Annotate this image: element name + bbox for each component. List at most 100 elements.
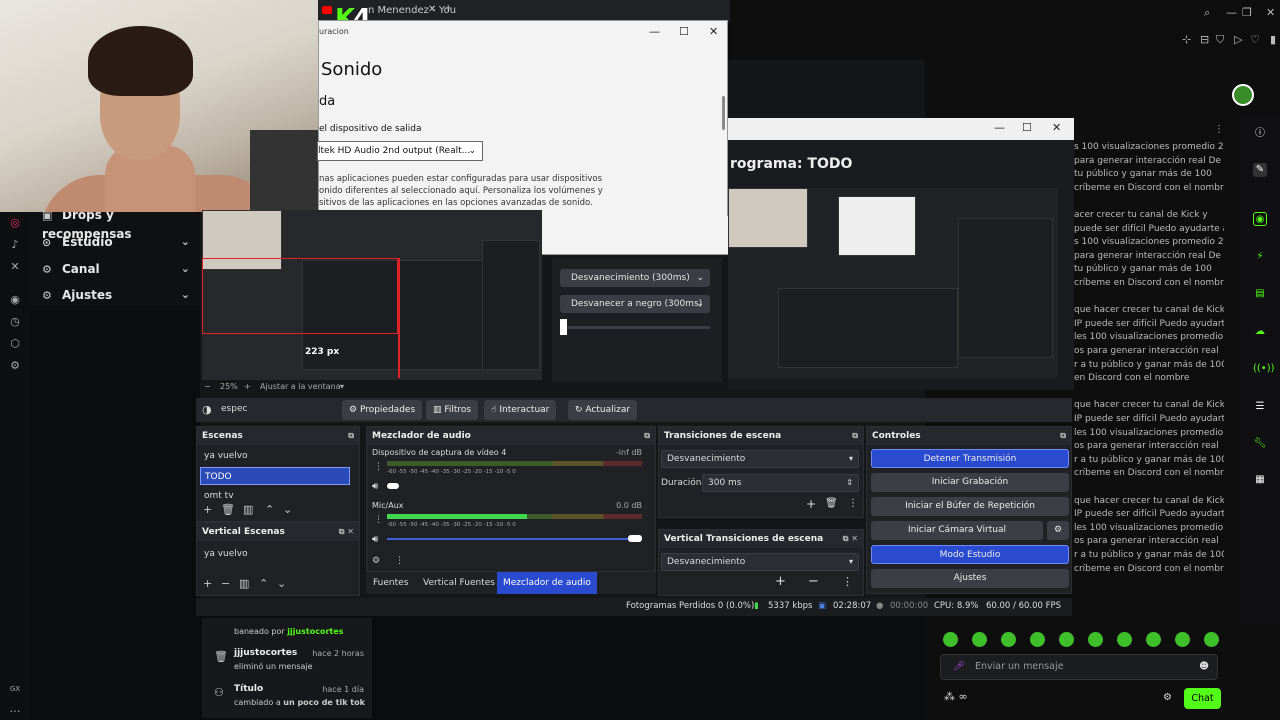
chat-send-button[interactable]: Chat xyxy=(1184,688,1221,709)
filters-button[interactable]: ▥ Filtros xyxy=(426,400,479,420)
undock-icon[interactable]: ⧉ xyxy=(852,427,858,445)
close-icon[interactable]: ⧉ ✕ xyxy=(843,530,858,548)
emoji-icon[interactable]: ☻ xyxy=(1199,655,1209,679)
bookmark-icon[interactable]: ⊹ xyxy=(1182,33,1191,46)
add-icon[interactable]: + xyxy=(203,577,212,590)
minimize-button[interactable]: — xyxy=(994,121,1005,134)
output-device-select[interactable]: ltek HD Audio 2nd output (Realt... ⌄ xyxy=(317,141,483,161)
x-icon[interactable]: ✕ xyxy=(8,260,22,274)
close-icon[interactable]: ⧉ ✕ xyxy=(339,523,354,541)
move-down-icon[interactable]: ⌄ xyxy=(283,503,292,516)
minimize-icon[interactable]: — xyxy=(1226,6,1237,19)
scene-item[interactable]: omt tv xyxy=(200,487,350,499)
more-vert-icon[interactable]: ⋮ xyxy=(848,498,858,509)
camera-icon[interactable]: ◉ xyxy=(1253,212,1267,226)
properties-button[interactable]: ⚙ Propiedades xyxy=(342,400,423,420)
emote-icon[interactable] xyxy=(972,632,987,647)
tab-sources[interactable]: Fuentes xyxy=(367,572,414,594)
close-button[interactable]: ✕ xyxy=(1052,121,1061,134)
t-bar-handle[interactable] xyxy=(560,319,567,335)
t-bar-track[interactable] xyxy=(560,326,710,329)
interact-button[interactable]: ☝ Interactuar xyxy=(484,400,557,420)
edit-icon[interactable]: ✎ xyxy=(1253,163,1267,177)
more-vert-icon[interactable]: ⋮ xyxy=(374,462,383,472)
emote-icon[interactable] xyxy=(1146,632,1161,647)
emote-icon[interactable] xyxy=(1059,632,1074,647)
event-user[interactable]: jjjustocortes xyxy=(287,627,343,636)
add-icon[interactable]: + xyxy=(203,503,212,516)
emote-icon[interactable] xyxy=(1001,632,1016,647)
sidebar-icon[interactable]: ▮ xyxy=(1270,33,1276,46)
move-up-icon[interactable]: ⌃ xyxy=(259,577,268,590)
list-icon[interactable]: ☰ xyxy=(1253,400,1267,414)
duration-spinbox[interactable]: 300 ms ⇕ xyxy=(702,474,859,492)
sidebar-item-channel[interactable]: ⚙ Canal ⌄ xyxy=(42,260,192,278)
restore-icon[interactable]: ❐ xyxy=(1242,6,1252,19)
more-vert-icon[interactable]: ⋮ xyxy=(374,515,383,525)
broadcast-icon[interactable]: ((•)) xyxy=(1253,362,1275,376)
maximize-button[interactable]: ☐ xyxy=(679,25,689,38)
volume-slider-handle[interactable] xyxy=(628,535,642,542)
emote-icon[interactable] xyxy=(1088,632,1103,647)
sidebar-item-studio[interactable]: ⊙ Estudio ⌄ xyxy=(42,233,192,251)
new-tab-icon[interactable]: + xyxy=(444,3,452,14)
move-down-icon[interactable]: ⌄ xyxy=(277,577,286,590)
virtual-camera-settings-button[interactable]: ⚙ xyxy=(1047,521,1069,540)
emote-icon[interactable] xyxy=(1204,632,1219,647)
emote-icon[interactable] xyxy=(1030,632,1045,647)
more-vert-icon[interactable]: ⋮ xyxy=(842,575,853,588)
scene-item[interactable]: ya vuelvo xyxy=(200,545,350,563)
play-icon[interactable]: ▷ xyxy=(1234,33,1242,46)
stop-stream-button[interactable]: Detener Transmisión xyxy=(871,449,1069,468)
minimize-button[interactable]: — xyxy=(649,25,660,38)
speaker-icon[interactable]: 🔊︎ xyxy=(372,534,378,545)
save-icon[interactable]: ⊟ xyxy=(1200,33,1209,46)
selection-box[interactable] xyxy=(202,258,398,334)
remove-icon[interactable]: − xyxy=(221,577,230,590)
sidebar-item-settings[interactable]: ⚙ Ajustes ⌄ xyxy=(42,286,192,304)
trash-icon[interactable]: 🗑︎ xyxy=(221,503,235,516)
tab-audio-mixer[interactable]: Mezclador de audio xyxy=(497,572,597,594)
infinity-icon[interactable]: ⁂ ∞ xyxy=(944,690,968,703)
advanced-audio-icon[interactable]: ⚙ xyxy=(372,556,380,566)
filter-icon[interactable]: ▥ xyxy=(243,503,253,516)
chat-settings-icon[interactable]: ⚙ xyxy=(1163,692,1172,703)
gx-icon[interactable]: GX xyxy=(8,682,22,696)
remove-icon[interactable]: − xyxy=(808,574,819,589)
refresh-button[interactable]: ↻ Actualizar xyxy=(568,400,638,420)
studio-fade-black-dropdown[interactable]: Desvanecer a negro (300ms) ⌄ xyxy=(560,295,710,313)
zoom-in-icon[interactable]: + xyxy=(244,382,251,391)
replay-buffer-button[interactable]: Iniciar el Búfer de Repetición xyxy=(871,497,1069,516)
add-icon[interactable]: + xyxy=(775,574,786,589)
emote-icon[interactable] xyxy=(1175,632,1190,647)
chat-icon[interactable]: ☁ xyxy=(1253,325,1267,339)
search-icon[interactable]: ⌕ xyxy=(1204,6,1210,20)
maximize-button[interactable]: ☐ xyxy=(1022,121,1032,134)
settings-button[interactable]: Ajustes xyxy=(871,569,1069,588)
close-icon[interactable]: ✕ xyxy=(1266,6,1275,19)
studio-mode-button[interactable]: Modo Estudio xyxy=(871,545,1069,564)
play-circle-icon[interactable]: ◉ xyxy=(8,293,22,307)
vertical-transition-dropdown[interactable]: Desvanecimiento ▾ xyxy=(661,553,859,571)
emote-icon[interactable] xyxy=(1117,632,1132,647)
volume-slider-track[interactable] xyxy=(387,538,642,540)
more-icon[interactable]: … xyxy=(8,702,22,716)
flash-icon[interactable]: ⚡ xyxy=(1253,250,1267,264)
zoom-out-icon[interactable]: − xyxy=(204,382,211,391)
tab-vertical-sources[interactable]: Vertical Fuentes xyxy=(417,572,501,594)
avatar[interactable] xyxy=(1232,84,1254,106)
virtual-camera-button[interactable]: Iniciar Cámara Virtual xyxy=(871,521,1043,540)
gear-icon[interactable]: ⚙ xyxy=(8,359,22,373)
undock-icon[interactable]: ⧉ xyxy=(348,427,354,445)
caret-down-icon[interactable]: ▾ xyxy=(340,382,344,391)
scene-item[interactable]: ya vuelvo xyxy=(200,447,350,465)
trash-icon[interactable]: 🗑︎ xyxy=(825,498,838,509)
scene-item-selected[interactable]: TODO xyxy=(200,467,350,485)
speaker-icon[interactable]: 🔊︎ xyxy=(372,481,378,492)
filter-icon[interactable]: ▥ xyxy=(239,577,249,590)
scrollbar[interactable] xyxy=(722,96,725,130)
tab-close-icon[interactable]: ✕ xyxy=(428,4,436,15)
event-user[interactable]: jjjustocortes xyxy=(234,648,297,658)
document-icon[interactable]: ▤ xyxy=(1253,287,1267,301)
chat-input[interactable]: 🎤︎ Enviar un mensaje ☻ xyxy=(940,654,1218,680)
